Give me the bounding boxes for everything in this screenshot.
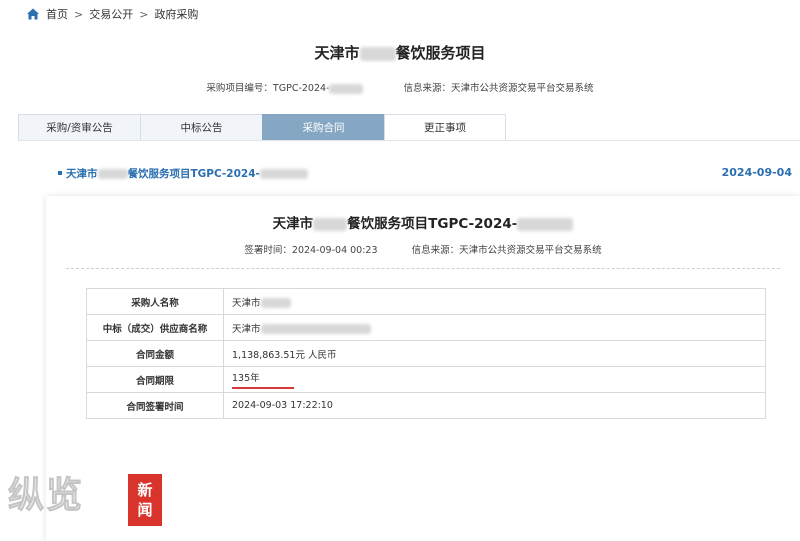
breadcrumb-home[interactable]: 首页 [46, 6, 68, 22]
breadcrumb: 首页 > 交易公开 > 政府采购 [26, 6, 198, 22]
field-label: 合同金额 [86, 340, 224, 367]
tab-bar: 采购/资审公告 中标公告 采购合同 更正事项 [18, 114, 506, 141]
redacted-block [260, 298, 291, 308]
page-title: 天津市 餐饮服务项目 [314, 44, 486, 62]
contract-info-table: 采购人名称 天津市 中标（成交）供应商名称 天津市 合同金额 1,138,863… [86, 288, 766, 419]
bullet-icon [58, 171, 62, 175]
breadcrumb-procurement[interactable]: 政府采购 [154, 6, 198, 22]
table-row: 合同期限 135年 [86, 366, 766, 393]
field-label: 合同期限 [86, 366, 224, 393]
table-row: 合同签署时间 2024-09-03 17:22:10 [86, 392, 766, 419]
table-row: 采购人名称 天津市 [86, 288, 766, 315]
redacted-block [260, 324, 371, 334]
home-icon[interactable] [26, 7, 40, 21]
field-value: 1,138,863.51元 人民币 [223, 340, 766, 367]
redacted-block [259, 169, 308, 179]
detail-source: 信息来源：天津市公共资源交易平台交易系统 [411, 245, 602, 256]
redacted-block [313, 217, 348, 231]
contract-term-value: 135年 [232, 370, 294, 389]
redacted-block [517, 217, 574, 231]
breadcrumb-separator: > [74, 7, 84, 21]
watermark-badge: 新 闻 [128, 474, 162, 526]
tab-announcement[interactable]: 采购/资审公告 [18, 114, 140, 141]
contract-link[interactable]: 天津市 餐饮服务项目TGPC-2024- [66, 166, 308, 181]
redacted-block [329, 83, 364, 94]
list-date: 2024-09-04 [721, 166, 792, 179]
project-number: 采购项目编号：TGPC-2024- [206, 83, 330, 94]
table-row: 中标（成交）供应商名称 天津市 [86, 314, 766, 341]
field-value: 135年 [223, 366, 766, 393]
table-row: 合同金额 1,138,863.51元 人民币 [86, 340, 766, 367]
breadcrumb-trading[interactable]: 交易公开 [89, 6, 133, 22]
redacted-block [359, 46, 396, 61]
tab-divider [18, 140, 800, 141]
field-label: 合同签署时间 [86, 392, 224, 419]
watermark-logo: 纵览 [7, 475, 85, 517]
tab-correction[interactable]: 更正事项 [384, 114, 506, 141]
field-value: 2024-09-03 17:22:10 [223, 392, 766, 419]
divider [66, 268, 780, 269]
detail-meta: 签署时间：2024-09-04 00:23 信息来源：天津市公共资源交易平台交易… [46, 242, 800, 256]
tab-contract[interactable]: 采购合同 [262, 114, 384, 141]
info-source: 信息来源：天津市公共资源交易平台交易系统 [403, 83, 594, 94]
detail-title: 天津市 餐饮服务项目TGPC-2024- [46, 212, 800, 232]
tab-award[interactable]: 中标公告 [140, 114, 262, 141]
field-value: 天津市 [223, 288, 766, 315]
list-item[interactable]: 天津市 餐饮服务项目TGPC-2024- 2024-09-04 [58, 166, 792, 182]
field-label: 中标（成交）供应商名称 [86, 314, 224, 341]
breadcrumb-separator: > [139, 7, 149, 21]
project-meta: 采购项目编号：TGPC-2024- 信息来源：天津市公共资源交易平台交易系统 [0, 80, 800, 94]
field-value: 天津市 [223, 314, 766, 341]
sign-time: 签署时间：2024-09-04 00:23 [244, 245, 378, 256]
field-label: 采购人名称 [86, 288, 224, 315]
redacted-block [97, 169, 128, 179]
